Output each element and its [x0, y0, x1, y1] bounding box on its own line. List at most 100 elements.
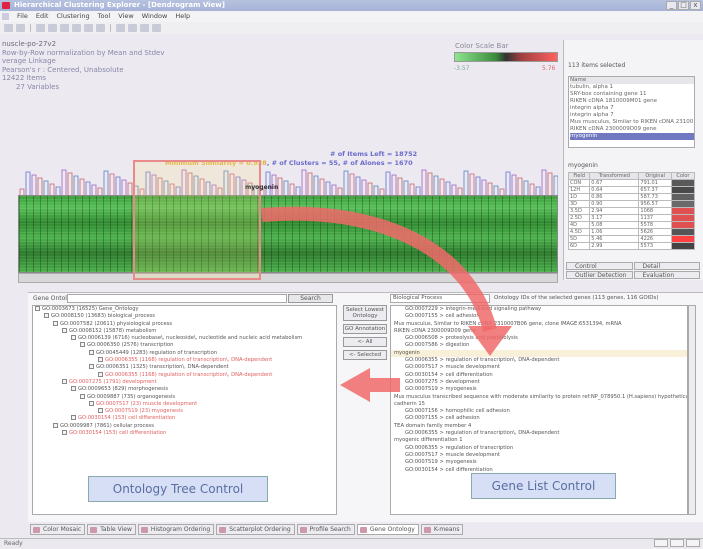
tree-node[interactable]: GO:0006351 (1325) transcription\, DNA-de…	[33, 364, 336, 371]
gene-row[interactable]: myogenin	[391, 349, 687, 358]
heatmap-scrollbar[interactable]	[18, 273, 558, 283]
go-term-row[interactable]: GO:0006355 > regulation of transcription…	[391, 357, 687, 364]
tab-scatterplot-ordering[interactable]: Scatterplot Ordering	[216, 524, 295, 535]
go-term-row[interactable]: GO:0006508 > proteolysis and peptidolysi…	[391, 335, 687, 342]
menu-tool[interactable]: Tool	[98, 11, 111, 22]
tree-node[interactable]: GO:0030154 (153) cell differentiation	[33, 430, 336, 437]
tab-evaluation[interactable]: Evaluation	[633, 271, 700, 279]
selected-items-list[interactable]: Name tubulin, alpha 1 SRY-box containing…	[568, 76, 695, 148]
tab-table-view[interactable]: Table View	[87, 524, 136, 535]
open-icon[interactable]	[4, 24, 13, 32]
go-term-row[interactable]: GO:0007275 > development	[391, 379, 687, 386]
go-term-row[interactable]: GO:0030154 > cell differentiation	[391, 372, 687, 379]
expand-toggle-icon[interactable]	[89, 400, 94, 406]
selected-button[interactable]: <- Selected	[343, 350, 387, 360]
tab-color-mosaic[interactable]: Color Mosaic	[30, 524, 86, 535]
tree-node[interactable]: GO:0007582 (20611) physiological process	[33, 320, 336, 328]
zoom-icon[interactable]	[96, 24, 105, 32]
expand-toggle-icon[interactable]	[80, 342, 85, 348]
gene-row[interactable]: Mus musculus, Similar to RIKEN cDNA 2310…	[391, 321, 687, 328]
rotate-icon[interactable]	[84, 24, 93, 32]
tab-gene-ontology[interactable]: Gene Ontology	[356, 524, 419, 535]
menu-view[interactable]: View	[118, 11, 133, 22]
expand-toggle-icon[interactable]	[98, 371, 103, 377]
tab-outlier-detection[interactable]: Outlier Detection	[566, 271, 633, 279]
tree-node[interactable]: GO:0003673 (16525) Gene_Ontology	[33, 306, 336, 313]
tree-node[interactable]: GO:0009653 (829) morphogenesis	[33, 386, 336, 393]
expand-toggle-icon[interactable]	[89, 349, 94, 355]
table-row[interactable]: 3.5D 2.94 1068	[567, 207, 696, 215]
maximize-button[interactable]: □	[678, 1, 689, 10]
expand-toggle-icon[interactable]	[44, 313, 49, 319]
tree-node[interactable]: GO:0006350 (2576) transcription	[33, 342, 336, 349]
tree-node[interactable]: GO:0009887 (735) organogenesis	[33, 393, 336, 401]
tab-k-means[interactable]: K-means	[420, 524, 464, 535]
list-item[interactable]: RIKEN cDNA 2300009D09 gene	[570, 126, 694, 133]
list-item[interactable]: integrin alpha 7	[570, 112, 694, 119]
tab-profile-search[interactable]: Profile Search	[296, 524, 355, 535]
dendrogram[interactable]	[18, 165, 558, 195]
expand-toggle-icon[interactable]	[53, 422, 58, 428]
expand-toggle-icon[interactable]	[62, 430, 67, 436]
gene-list-scrollbar[interactable]	[688, 305, 696, 515]
selected-cluster-box[interactable]	[133, 160, 261, 280]
go-term-row[interactable]: GO:0007517 > muscle development	[391, 452, 687, 459]
tab-detail[interactable]: Detail	[633, 262, 700, 270]
table-row[interactable]: 4D 5.08 5578	[567, 221, 696, 229]
go-term-row[interactable]: GO:0006355 > regulation of transcription…	[391, 430, 687, 437]
tree-node[interactable]: GO:0008150 (13683) biological_process	[33, 313, 336, 320]
tree-node[interactable]: GO:0007519 (23) myogenesis	[33, 408, 336, 415]
list-item[interactable]: RIKEN cDNA 1810009M01 gene	[570, 98, 694, 105]
expand-toggle-icon[interactable]	[98, 408, 103, 414]
tree-node[interactable]: GO:0006355 (1168) regulation of transcri…	[33, 371, 336, 379]
go-term-row[interactable]: GO:0007156 > homophilic cell adhesion	[391, 408, 687, 415]
table-row[interactable]: CON 0.67 791.01	[567, 179, 696, 187]
tree-node[interactable]: GO:0006139 (6716) nucleobase\, nucleosid…	[33, 335, 336, 342]
expand-toggle-icon[interactable]	[62, 378, 67, 384]
list-item[interactable]: tubulin, alpha 1	[570, 84, 694, 91]
tree-node[interactable]: GO:0006355 (1168) regulation of transcri…	[33, 357, 336, 364]
gene-row[interactable]: myogenic differentiation 1	[391, 437, 687, 444]
menu-help[interactable]: Help	[175, 11, 190, 22]
menu-edit[interactable]: Edit	[36, 11, 49, 22]
select-lowest-ontology-button[interactable]: Select Lowest Ontology	[343, 305, 387, 321]
help-icon[interactable]	[152, 24, 161, 32]
flag-icon[interactable]	[72, 24, 81, 32]
expand-toggle-icon[interactable]	[71, 386, 76, 392]
go-term-row[interactable]: GO:0007517 > muscle development	[391, 364, 687, 371]
tree-node[interactable]: GO:0009987 (7861) cellular process	[33, 422, 336, 430]
go-term-row[interactable]: GO:0007155 > cell adhesion	[391, 313, 687, 320]
table-row[interactable]: 2.5D 3.17 1137	[567, 214, 696, 222]
go-term-row[interactable]: GO:0007586 > digestion	[391, 342, 687, 349]
go-term-row[interactable]: GO:0007229 > integrin-mediated signaling…	[391, 306, 687, 313]
close-button[interactable]: x	[690, 1, 701, 10]
menu-file[interactable]: File	[17, 11, 28, 22]
table-row[interactable]: 12H 0.64 657.37	[567, 186, 696, 194]
expand-toggle-icon[interactable]	[80, 393, 85, 399]
color-scale-bar[interactable]	[454, 52, 558, 62]
table-row[interactable]: 4.5D 1.06 5626	[567, 228, 696, 236]
go-term-row[interactable]: GO:0007155 > cell adhesion	[391, 415, 687, 422]
list-item[interactable]: Mus musculus, Similar to RIKEN cDNA 2310…	[570, 119, 694, 126]
tree-node[interactable]: GO:0030154 (153) cell differentiation	[33, 415, 336, 422]
gene-row[interactable]: TEA domain family member 4	[391, 423, 687, 430]
ontology-search-input[interactable]	[67, 294, 287, 303]
gene-row[interactable]: cadherin 15	[391, 401, 687, 408]
tree-node[interactable]: GO:0007275 (1791) development	[33, 378, 336, 386]
tree-node[interactable]: GO:0007517 (23) muscle development	[33, 400, 336, 408]
tree-node[interactable]: GO:0045449 (1283) regulation of transcri…	[33, 349, 336, 357]
expand-toggle-icon[interactable]	[71, 415, 76, 421]
list-item[interactable]: SRY-box containing gene 11	[570, 91, 694, 98]
expand-toggle-icon[interactable]	[53, 320, 58, 326]
expand-toggle-icon[interactable]	[62, 327, 67, 333]
arrow-icon[interactable]	[60, 24, 69, 32]
print-icon[interactable]	[140, 24, 149, 32]
grid-icon[interactable]	[48, 24, 57, 32]
cut-icon[interactable]	[116, 24, 125, 32]
menu-clustering[interactable]: Clustering	[56, 11, 89, 22]
table-row[interactable]: 5D 5.46 4226	[567, 235, 696, 243]
go-term-row[interactable]: GO:0007519 > myogenesis	[391, 386, 687, 393]
expand-toggle-icon[interactable]	[98, 357, 103, 363]
filter-icon[interactable]	[36, 24, 45, 32]
heatmap[interactable]	[18, 195, 558, 273]
